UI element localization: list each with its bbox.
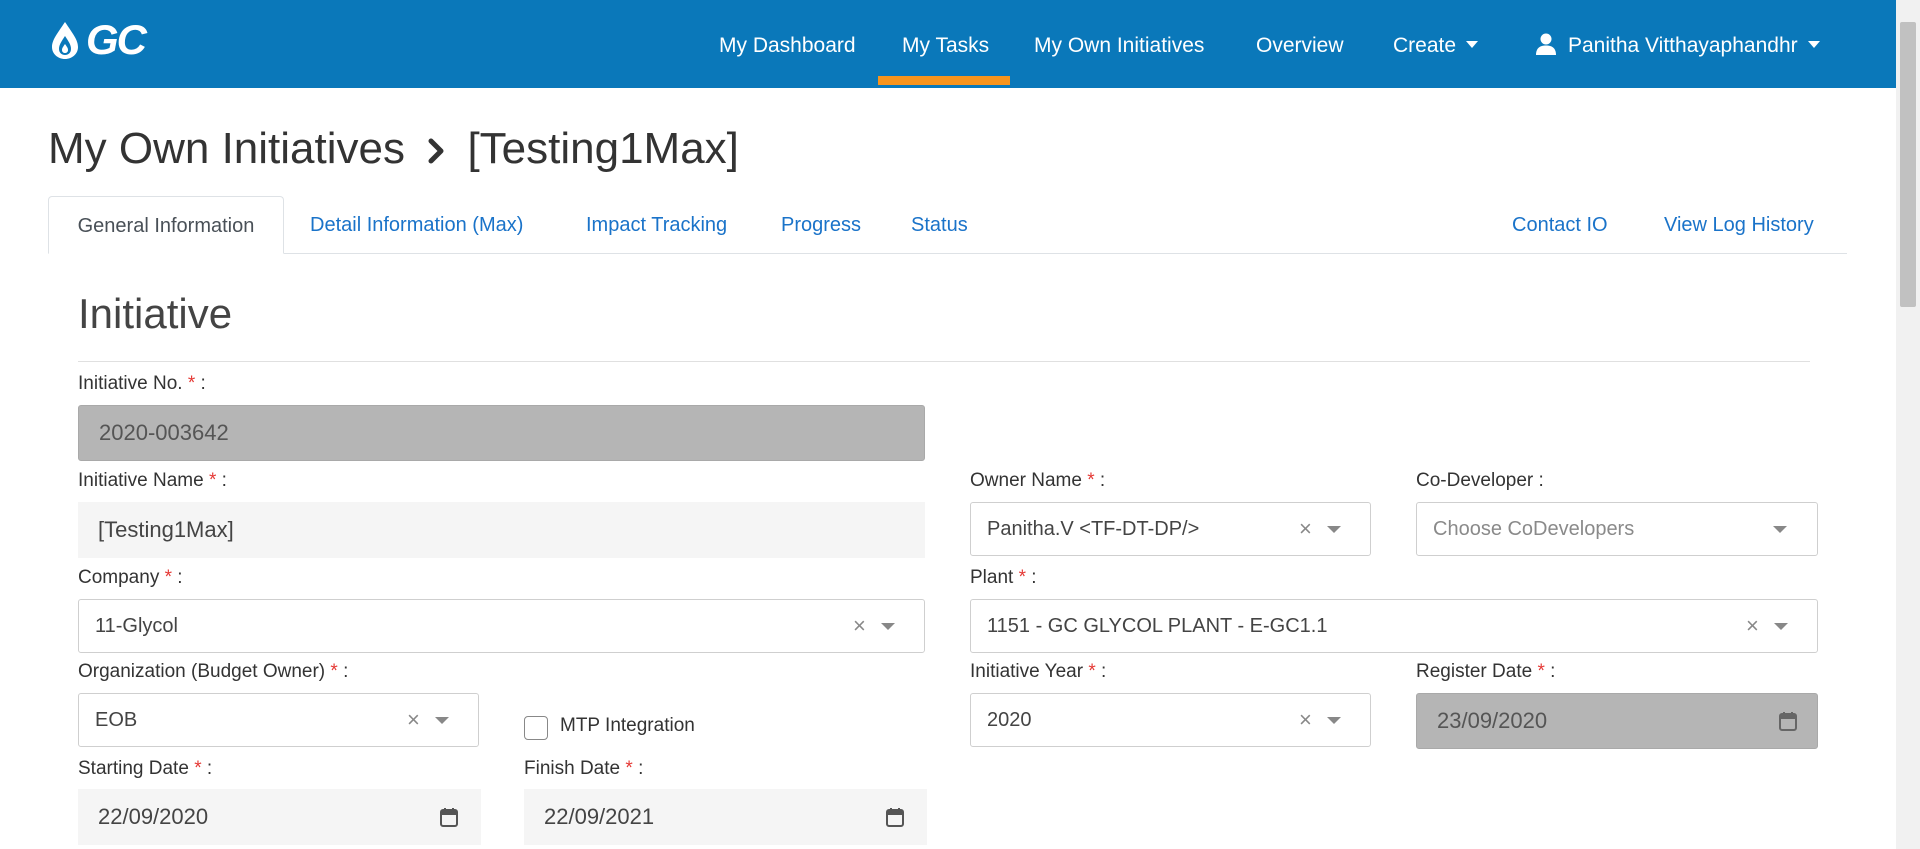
view-log-history-link[interactable]: View Log History bbox=[1664, 196, 1814, 254]
finish-date-value: 22/09/2021 bbox=[544, 804, 655, 829]
required-mark: * bbox=[208, 470, 217, 491]
caret-down-icon[interactable] bbox=[1774, 623, 1788, 630]
tab-status[interactable]: Status bbox=[911, 196, 968, 254]
logo-text: GC bbox=[86, 16, 147, 63]
register-date-value: 23/09/2020 bbox=[1437, 708, 1548, 733]
flame-drop-icon bbox=[52, 22, 78, 59]
finish-date-label: Finish Date * : bbox=[524, 758, 644, 779]
label-text: Initiative Year bbox=[970, 661, 1084, 682]
required-mark: * bbox=[194, 758, 202, 779]
clear-icon[interactable]: × bbox=[1299, 518, 1312, 540]
user-icon bbox=[1536, 33, 1556, 56]
clear-icon[interactable]: × bbox=[1299, 709, 1312, 731]
initiative-name-input[interactable]: [Testing1Max] bbox=[78, 502, 925, 558]
page-scrollbar[interactable] bbox=[1896, 0, 1920, 849]
section-title: Initiative bbox=[78, 290, 233, 337]
plant-label: Plant * : bbox=[970, 567, 1037, 588]
breadcrumb-current: [Testing1Max] bbox=[467, 124, 739, 173]
plant-select[interactable]: 1151 - GC GLYCOL PLANT - E-GC1.1 × bbox=[970, 599, 1818, 653]
starting-date-input[interactable]: 22/09/2020 bbox=[78, 789, 481, 845]
nav-my-dashboard[interactable]: My Dashboard bbox=[719, 34, 856, 58]
label-text: Starting Date bbox=[78, 758, 189, 779]
label-text: Initiative No. bbox=[78, 373, 183, 394]
label-text: Register Date bbox=[1416, 661, 1533, 682]
initiative-year-value: 2020 bbox=[987, 708, 1032, 731]
user-name: Panitha Vitthayaphandhr bbox=[1568, 34, 1798, 57]
register-date-field: 23/09/2020 bbox=[1416, 693, 1818, 749]
required-mark: * bbox=[1018, 567, 1026, 588]
mtp-integration-label[interactable]: MTP Integration bbox=[560, 715, 695, 737]
nav-my-tasks[interactable]: My Tasks bbox=[902, 34, 989, 58]
initiative-no-field: 2020-003642 bbox=[78, 405, 925, 461]
starting-date-label: Starting Date * : bbox=[78, 758, 213, 779]
label-text: Company bbox=[78, 567, 160, 588]
company-value: 11-Glycol bbox=[95, 614, 178, 637]
organization-value: EOB bbox=[95, 708, 138, 731]
required-mark: * bbox=[1087, 470, 1095, 491]
caret-down-icon[interactable] bbox=[1773, 526, 1787, 533]
co-developer-select[interactable]: Choose CoDevelopers bbox=[1416, 502, 1818, 556]
chevron-right-icon bbox=[428, 138, 444, 164]
initiative-name-label: Initiative Name * : bbox=[78, 470, 227, 491]
co-developer-label: Co-Developer : bbox=[1416, 470, 1544, 491]
caret-down-icon[interactable] bbox=[881, 623, 895, 630]
organization-label: Organization (Budget Owner) * : bbox=[78, 661, 349, 682]
required-mark: * bbox=[187, 373, 196, 394]
mtp-integration-checkbox[interactable] bbox=[524, 716, 548, 740]
user-menu-dropdown[interactable]: Panitha Vitthayaphandhr bbox=[1536, 33, 1820, 58]
caret-down-icon[interactable] bbox=[1327, 717, 1341, 724]
breadcrumb: My Own Initiatives [Testing1Max] bbox=[48, 124, 739, 174]
gc-logo[interactable]: GC bbox=[48, 16, 147, 63]
starting-date-value: 22/09/2020 bbox=[98, 804, 209, 829]
tab-impact-tracking[interactable]: Impact Tracking bbox=[586, 196, 727, 254]
owner-name-select[interactable]: Panitha.V <TF-DT-DP/> × bbox=[970, 502, 1371, 556]
top-navbar: GC My Dashboard My Tasks My Own Initiati… bbox=[0, 0, 1896, 88]
required-mark: * bbox=[330, 661, 338, 682]
clear-icon[interactable]: × bbox=[1746, 615, 1759, 637]
co-developer-placeholder: Choose CoDevelopers bbox=[1433, 517, 1635, 540]
label-text: Initiative Name bbox=[78, 470, 204, 491]
calendar-icon[interactable] bbox=[886, 807, 904, 827]
initiative-year-select[interactable]: 2020 × bbox=[970, 693, 1371, 747]
required-mark: * bbox=[1537, 661, 1545, 682]
label-text: Organization (Budget Owner) bbox=[78, 661, 326, 682]
caret-down-icon[interactable] bbox=[435, 717, 449, 724]
initiative-year-label: Initiative Year * : bbox=[970, 661, 1107, 682]
owner-name-value: Panitha.V <TF-DT-DP/> bbox=[987, 517, 1200, 540]
label-text: Plant bbox=[970, 567, 1014, 588]
calendar-icon[interactable] bbox=[440, 807, 458, 827]
active-nav-indicator bbox=[878, 76, 1010, 85]
clear-icon[interactable]: × bbox=[853, 615, 866, 637]
organization-select[interactable]: EOB × bbox=[78, 693, 479, 747]
required-mark: * bbox=[164, 567, 173, 588]
section-divider bbox=[78, 361, 1810, 362]
caret-down-icon bbox=[1466, 41, 1479, 49]
owner-name-label: Owner Name * : bbox=[970, 470, 1106, 491]
tab-general-information[interactable]: General Information bbox=[48, 196, 284, 254]
contact-io-link[interactable]: Contact IO bbox=[1512, 196, 1608, 254]
caret-down-icon bbox=[1807, 41, 1820, 49]
nav-create-dropdown[interactable]: Create bbox=[1393, 34, 1479, 58]
company-select[interactable]: 11-Glycol × bbox=[78, 599, 925, 653]
register-date-label: Register Date * : bbox=[1416, 661, 1556, 682]
nav-create-label: Create bbox=[1393, 34, 1457, 57]
caret-down-icon[interactable] bbox=[1327, 526, 1341, 533]
clear-icon[interactable]: × bbox=[407, 709, 420, 731]
plant-value: 1151 - GC GLYCOL PLANT - E-GC1.1 bbox=[987, 614, 1328, 637]
nav-overview[interactable]: Overview bbox=[1256, 34, 1344, 58]
tab-detail-information[interactable]: Detail Information (Max) bbox=[310, 196, 523, 254]
required-mark: * bbox=[625, 758, 633, 779]
label-text: Co-Developer bbox=[1416, 470, 1534, 491]
breadcrumb-section[interactable]: My Own Initiatives bbox=[48, 124, 405, 173]
required-mark: * bbox=[1088, 661, 1096, 682]
tab-progress[interactable]: Progress bbox=[781, 196, 861, 254]
scrollbar-thumb[interactable] bbox=[1900, 22, 1916, 307]
label-text: Owner Name bbox=[970, 470, 1082, 491]
calendar-icon bbox=[1779, 712, 1797, 731]
label-text: Finish Date bbox=[524, 758, 621, 779]
finish-date-input[interactable]: 22/09/2021 bbox=[524, 789, 927, 845]
initiative-no-label: Initiative No. * : bbox=[78, 373, 206, 394]
nav-my-own-initiatives[interactable]: My Own Initiatives bbox=[1034, 34, 1204, 58]
company-label: Company * : bbox=[78, 567, 183, 588]
